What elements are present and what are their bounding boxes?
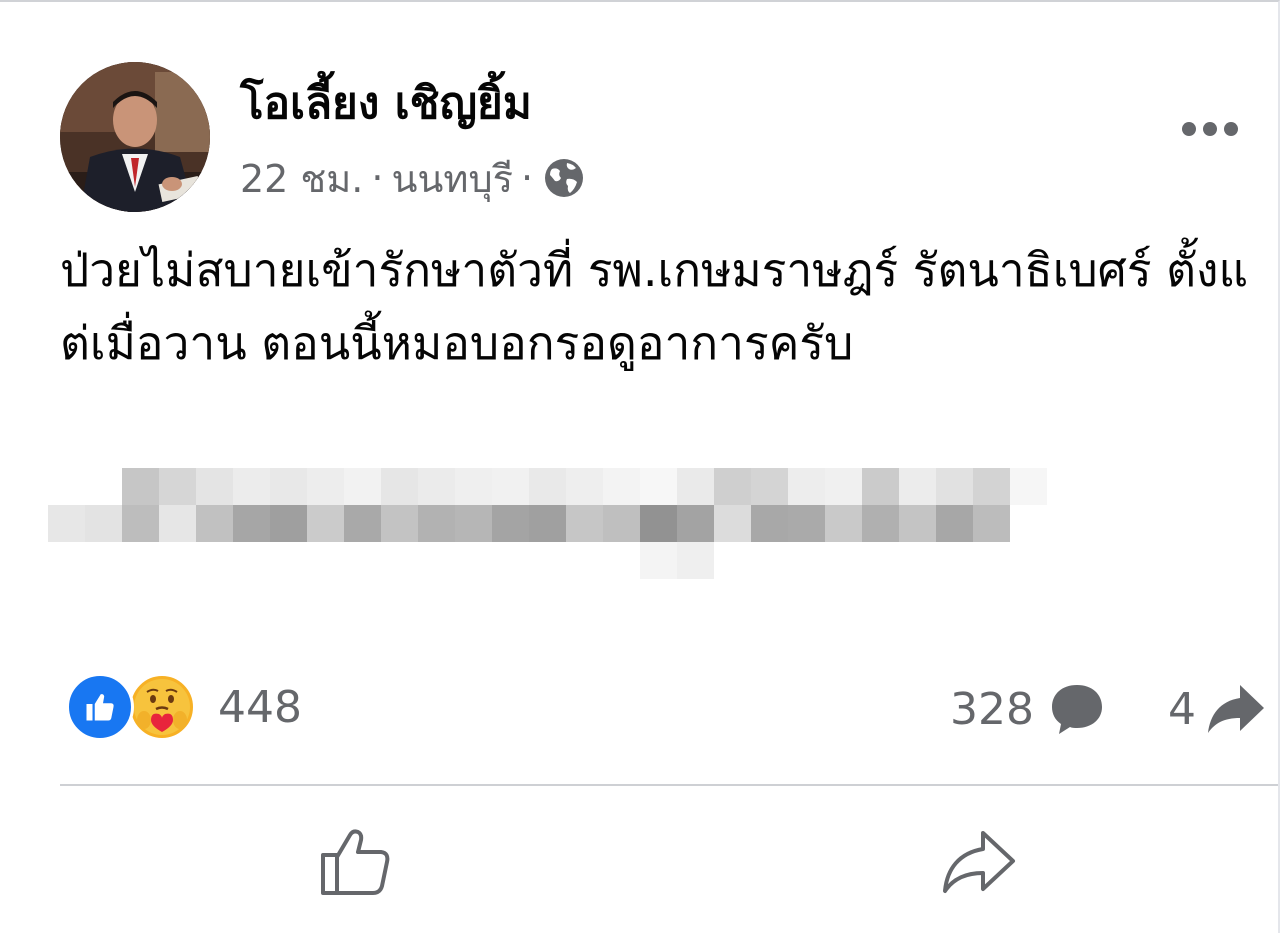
comment-bubble-icon [1048,681,1106,737]
more-options-icon[interactable] [1170,104,1250,154]
author-name[interactable]: โอเลี้ยง เชิญยิ้ม [240,68,532,138]
facebook-post: โอเลี้ยง เชิญยิ้ม 22 ชม. · นนทบุรี · ป่ว… [0,0,1280,933]
pixelated-redacted-image [48,468,1048,580]
share-arrow-icon [1206,681,1266,737]
post-text: ป่วยไม่สบายเข้ารักษาตัวที่ รพ.เกษมราษฎร์… [60,243,1249,370]
reactions-summary[interactable]: 448 [66,672,302,742]
reactions-count: 448 [218,681,302,733]
meta-separator: · [521,156,534,200]
comments-count: 328 [950,683,1034,735]
post-location[interactable]: นนทบุรี [391,148,513,209]
like-button[interactable] [316,824,396,900]
share-arrow-outline-icon [943,831,1015,893]
action-divider [60,784,1278,786]
profile-photo-icon [60,62,210,212]
share-button[interactable] [938,824,1020,900]
post-timestamp[interactable]: 22 ชม. [240,148,363,209]
post-meta: 22 ชม. · นนทบุรี · [240,152,585,204]
shares-count-link[interactable]: 4 [1168,678,1266,740]
shares-count: 4 [1168,683,1196,735]
thumbs-up-outline-icon [321,829,390,895]
like-reaction-icon [66,673,134,741]
author-avatar[interactable] [60,62,210,212]
comments-count-link[interactable]: 328 [950,678,1106,740]
globe-icon[interactable] [543,157,585,199]
meta-separator: · [371,156,384,200]
care-reaction-icon [128,673,196,741]
